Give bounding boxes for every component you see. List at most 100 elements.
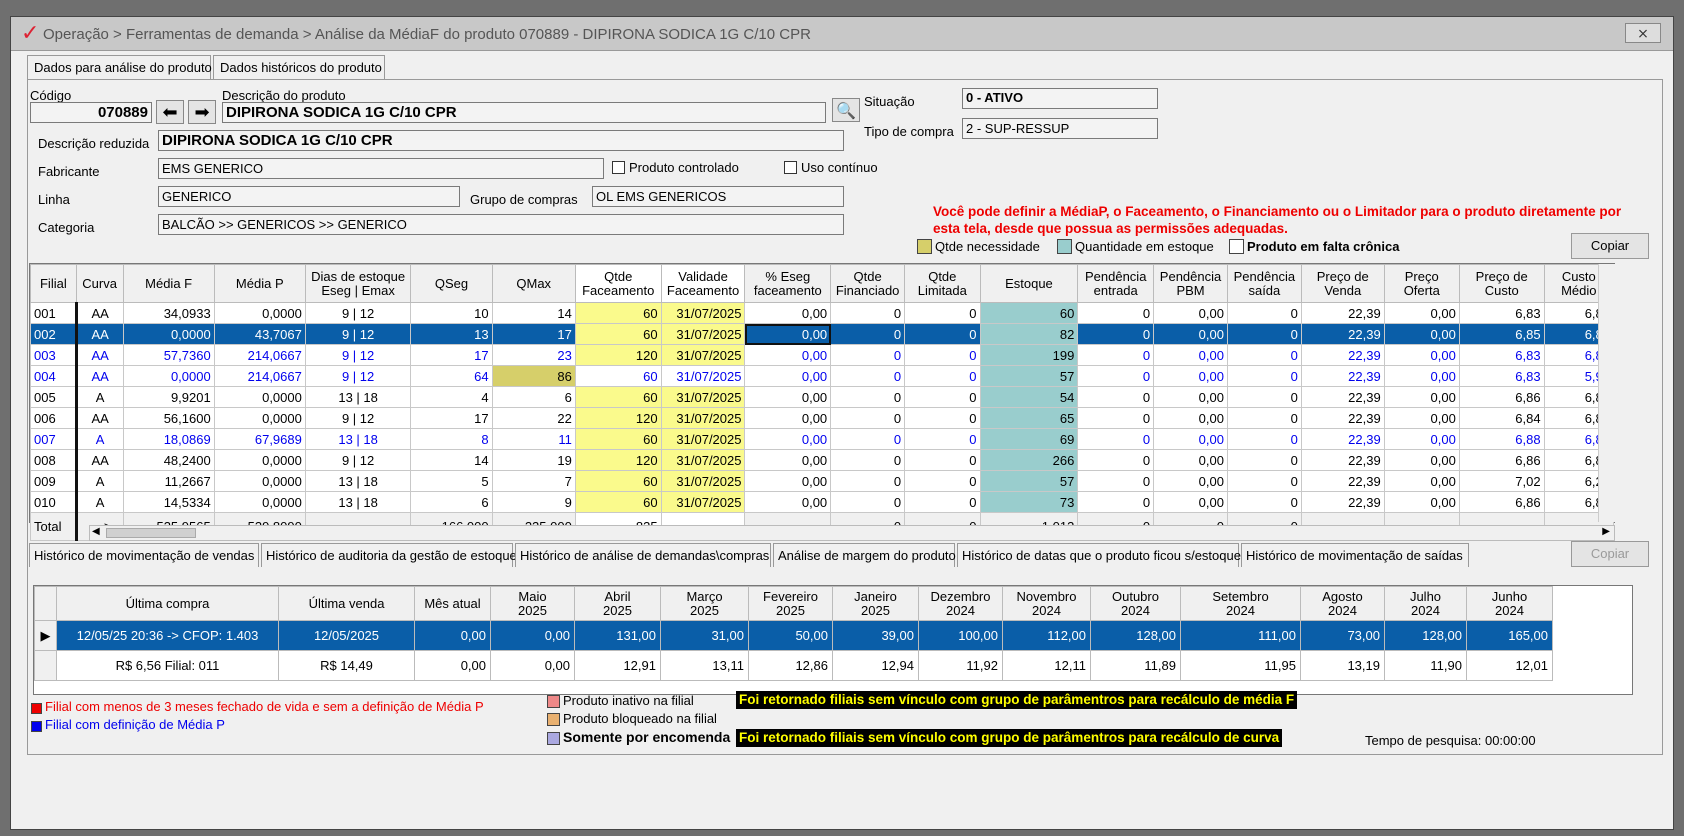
- table-cell[interactable]: 0,00: [1153, 428, 1228, 450]
- table-cell[interactable]: 14: [410, 449, 493, 471]
- history-cell[interactable]: 31,00: [660, 620, 749, 651]
- table-cell[interactable]: 17: [410, 344, 493, 366]
- table-cell[interactable]: A: [75, 386, 124, 408]
- table-row[interactable]: 009 A 11,2667 0,0000 13 | 18 5 7 60 31/07/2025 0,…: [30, 470, 1615, 492]
- scroll-right-icon[interactable]: ▶: [1602, 526, 1610, 537]
- table-cell[interactable]: 65: [979, 407, 1079, 429]
- table-cell[interactable]: 004: [30, 365, 78, 387]
- history-column-header[interactable]: Última venda: [278, 586, 415, 621]
- tab-dados-historicos[interactable]: Dados históricos do produto: [213, 55, 385, 79]
- table-cell[interactable]: 0: [830, 428, 906, 450]
- table-cell[interactable]: A: [75, 428, 124, 450]
- column-header[interactable]: Qtde Faceamento: [574, 264, 662, 303]
- table-cell[interactable]: AA: [75, 344, 124, 366]
- table-cell[interactable]: 0: [1226, 302, 1302, 324]
- table-cell[interactable]: 60: [574, 386, 662, 408]
- table-cell[interactable]: 0: [830, 386, 906, 408]
- table-cell[interactable]: 11: [491, 428, 576, 450]
- table-cell[interactable]: 0: [904, 428, 981, 450]
- table-cell[interactable]: 60: [574, 491, 662, 513]
- table-cell[interactable]: 0: [904, 470, 981, 492]
- table-cell[interactable]: 0: [904, 344, 981, 366]
- table-cell[interactable]: 120: [574, 449, 662, 471]
- table-cell[interactable]: 0,00: [1153, 470, 1228, 492]
- table-cell[interactable]: 120: [574, 344, 662, 366]
- history-cell[interactable]: 11,90: [1384, 650, 1467, 681]
- table-cell[interactable]: 6,83: [1458, 344, 1545, 366]
- table-cell[interactable]: 86: [491, 365, 576, 387]
- copiar-bottom-button[interactable]: Copiar: [1571, 541, 1649, 567]
- history-cell[interactable]: 0,00: [414, 650, 491, 681]
- history-row[interactable]: R$ 6,56 Filial: 011 R$ 14,49 0,00 0,00 12,91…: [34, 650, 1553, 681]
- table-cell[interactable]: 0,0000: [213, 449, 306, 471]
- table-cell[interactable]: 0,0000: [213, 407, 306, 429]
- tab-dados-analise[interactable]: Dados para análise do produto: [27, 55, 212, 79]
- table-cell[interactable]: 54: [979, 386, 1079, 408]
- table-cell[interactable]: 0,00: [1153, 386, 1228, 408]
- table-cell[interactable]: 9 | 12: [304, 449, 412, 471]
- table-cell[interactable]: 0,00: [744, 302, 832, 324]
- table-cell[interactable]: 214,0667: [213, 344, 306, 366]
- column-header[interactable]: Preço de Venda: [1300, 264, 1385, 303]
- table-cell[interactable]: 0,0000: [122, 365, 215, 387]
- table-row[interactable]: 010 A 14,5334 0,0000 13 | 18 6 9 60 31/07/2025 0,…: [30, 491, 1615, 513]
- table-cell[interactable]: 0,0000: [122, 323, 215, 345]
- table-cell[interactable]: 0: [1226, 470, 1302, 492]
- table-cell[interactable]: 6,84: [1458, 407, 1545, 429]
- table-cell[interactable]: 57,7360: [122, 344, 215, 366]
- table-cell[interactable]: 7: [491, 470, 576, 492]
- table-cell[interactable]: 22,39: [1300, 470, 1385, 492]
- history-cell[interactable]: 111,00: [1180, 620, 1301, 651]
- history-cell[interactable]: 12,91: [574, 650, 661, 681]
- prev-product-button[interactable]: ⬅: [156, 100, 184, 124]
- history-cell[interactable]: 39,00: [832, 620, 919, 651]
- table-cell[interactable]: 17: [491, 323, 576, 345]
- table-cell[interactable]: 6: [491, 386, 576, 408]
- tab-hist-saidas[interactable]: Histórico de movimentação de saídas: [1241, 543, 1469, 567]
- table-cell[interactable]: 0,00: [744, 365, 832, 387]
- history-cell[interactable]: 128,00: [1090, 620, 1181, 651]
- column-header[interactable]: QMax: [491, 264, 576, 303]
- tab-hist-demandas[interactable]: Histórico de análise de demandas\compras: [515, 543, 771, 567]
- table-cell[interactable]: AA: [75, 323, 124, 345]
- search-product-button[interactable]: 🔍: [832, 98, 860, 122]
- table-cell[interactable]: 0,00: [1153, 449, 1228, 471]
- column-header[interactable]: Filial: [30, 264, 77, 303]
- table-cell[interactable]: 0,00: [1383, 428, 1460, 450]
- table-cell[interactable]: 0: [830, 491, 906, 513]
- tab-hist-auditoria[interactable]: Histórico de auditoria da gestão de esto…: [261, 543, 517, 567]
- table-cell[interactable]: 18,0869: [122, 428, 215, 450]
- table-cell[interactable]: 0: [830, 470, 906, 492]
- table-cell[interactable]: 0: [1226, 365, 1302, 387]
- table-cell[interactable]: 13: [410, 323, 493, 345]
- table-cell[interactable]: 22,39: [1300, 491, 1385, 513]
- table-cell[interactable]: 31/07/2025: [660, 449, 746, 471]
- table-cell[interactable]: 22,39: [1300, 449, 1385, 471]
- table-cell[interactable]: 9: [491, 491, 576, 513]
- history-column-header[interactable]: Junho 2024: [1466, 586, 1553, 621]
- column-header[interactable]: Média P: [213, 264, 306, 303]
- copiar-top-button[interactable]: Copiar: [1571, 233, 1649, 259]
- table-cell[interactable]: 010: [30, 491, 78, 513]
- column-header[interactable]: Preço Oferta: [1383, 264, 1460, 303]
- descricao-reduzida-field[interactable]: DIPIRONA SODICA 1G C/10 CPR: [158, 130, 844, 151]
- table-cell[interactable]: 120: [574, 407, 662, 429]
- table-row[interactable]: 001 AA 34,0933 0,0000 9 | 12 10 14 60 31/07/2025…: [30, 302, 1615, 324]
- table-cell[interactable]: 0: [904, 407, 981, 429]
- next-product-button[interactable]: ➡: [188, 100, 216, 124]
- table-cell[interactable]: 9 | 12: [304, 302, 412, 324]
- table-cell[interactable]: 003: [30, 344, 78, 366]
- table-cell[interactable]: 0,00: [1383, 407, 1460, 429]
- table-cell[interactable]: 0,00: [744, 449, 832, 471]
- history-cell[interactable]: 131,00: [574, 620, 661, 651]
- history-cell[interactable]: 165,00: [1466, 620, 1553, 651]
- table-cell[interactable]: 0,00: [1383, 491, 1460, 513]
- table-cell[interactable]: 13 | 18: [304, 386, 412, 408]
- table-cell[interactable]: 9 | 12: [304, 323, 412, 345]
- table-cell[interactable]: 0: [830, 323, 906, 345]
- table-cell[interactable]: 22,39: [1300, 302, 1385, 324]
- column-header[interactable]: Curva: [75, 264, 124, 303]
- table-cell[interactable]: 0: [830, 344, 906, 366]
- history-cell[interactable]: 0,00: [490, 620, 575, 651]
- table-cell[interactable]: 0: [1226, 407, 1302, 429]
